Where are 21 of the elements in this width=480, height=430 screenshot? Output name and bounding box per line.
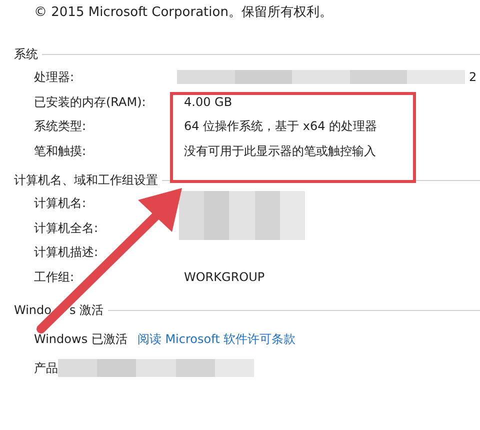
field-label: 处理器: [34, 69, 76, 86]
section-heading: Windo [14, 302, 52, 319]
field-value: 4.00 GB [184, 94, 232, 111]
field-label: 计算机全名: [34, 220, 100, 237]
field-label: 笔和触摸: [34, 142, 88, 160]
section-heading: 系统 [14, 46, 39, 63]
copyright-text: © 2015 Microsoft Corporation。保留所有权利。 [33, 4, 334, 22]
field-value: 64 位操作系统，基于 x64 的处理器 [184, 118, 378, 136]
field-label: 计算机名: [34, 195, 88, 212]
field-label: 计算机描述: [34, 244, 100, 262]
field-value: 没有可用于此显示器的笔或触控输入 [184, 142, 376, 160]
field-value: WORKGROUP [184, 268, 265, 286]
license-link[interactable]: 阅读 Microsoft 软件许可条款 [137, 330, 296, 348]
section-heading: s 激活 [70, 302, 105, 319]
section-heading: 计算机名、域和工作组设置 [14, 172, 159, 189]
field-label: 工作组: [34, 268, 76, 286]
field-label: 系统类型: [34, 118, 88, 136]
field-value: 2 [469, 69, 477, 86]
product-label: 产品 [34, 360, 58, 377]
activation-status: Windows 已激活 [34, 331, 128, 348]
field-label: 已安装的内存(RAM): [34, 94, 147, 111]
